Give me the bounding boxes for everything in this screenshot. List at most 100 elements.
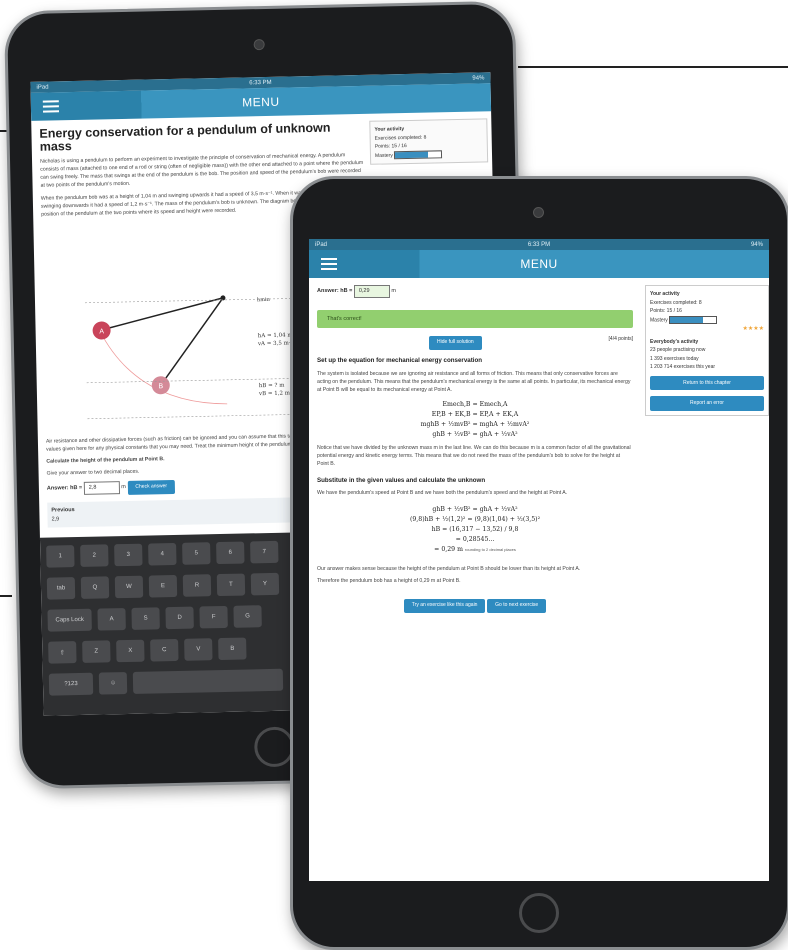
answer-label: Answer: hB =	[46, 485, 83, 492]
home-button[interactable]	[519, 893, 559, 933]
answer-unit: m	[391, 288, 396, 294]
camera	[253, 38, 265, 51]
status-carrier: iPad	[36, 84, 49, 91]
check-answer-button[interactable]: Check answer	[127, 480, 176, 495]
hamburger-icon[interactable]	[321, 258, 337, 270]
keyboard-key[interactable]: ⇧	[48, 641, 77, 664]
keyboard-key[interactable]: 6	[216, 541, 245, 565]
try-again-button[interactable]: Try an exercise like this again	[403, 599, 486, 613]
equation-1: Emech,B = Emech,A	[442, 400, 508, 408]
keyboard-key[interactable]: C	[150, 638, 179, 662]
report-error-button[interactable]: Report an error	[650, 396, 764, 411]
equation-7: hB = (16,317 − 13,52) / 9,8	[431, 526, 519, 534]
status-battery: 94%	[472, 74, 485, 82]
setup-paragraph: The system is isolated because we are ig…	[317, 370, 631, 393]
points-text: [4/4 points]	[608, 336, 633, 343]
activity-card: Your activity Exercises completed: 8 Poi…	[369, 118, 489, 166]
keyboard-key[interactable]: Caps Lock	[47, 608, 92, 632]
ref-label: hmin	[257, 297, 271, 303]
svg-text:B: B	[158, 383, 163, 390]
keyboard-key[interactable]: T	[216, 573, 246, 597]
answer-unit: m	[121, 484, 126, 491]
keyboard-key[interactable]: 3	[114, 543, 143, 567]
community-year: 1 203 714 exercises this year	[650, 364, 716, 371]
mastery-label: Mastery	[374, 152, 393, 159]
ha-label: hA = 1,04 m	[258, 332, 294, 339]
keyboard-key[interactable]: S	[131, 607, 160, 630]
keyboard-key[interactable]: D	[165, 606, 194, 630]
status-bar: iPad 6:33 PM 94%	[309, 239, 769, 250]
home-button[interactable]	[253, 726, 295, 768]
keyboard-key[interactable]: 7	[250, 540, 279, 564]
equation-9: = 0,29 m	[434, 546, 463, 554]
left-rule-bottom	[0, 595, 12, 597]
keyboard-key[interactable]: F	[199, 605, 228, 629]
solution-body: Answer: hB = 0,29 m That's correct! Hide…	[317, 285, 633, 613]
keyboard-key[interactable]: G	[233, 605, 262, 628]
keyboard-key[interactable]: R	[182, 574, 212, 597]
status-battery: 94%	[750, 241, 763, 248]
hide-solution-button[interactable]: Hide full solution	[429, 336, 482, 350]
camera	[533, 207, 544, 218]
community-title: Everybody's activity	[650, 338, 699, 345]
svg-text:A: A	[99, 328, 104, 335]
substitute-heading: Substitute in the given values and calcu…	[317, 476, 486, 484]
keyboard-row: ?123 ☺	[48, 668, 284, 696]
keyboard-key[interactable]: 5	[182, 542, 211, 565]
keyboard-key[interactable]: A	[97, 608, 126, 631]
conclusion-paragraph: Our answer makes sense because the heigh…	[317, 565, 581, 572]
keyboard-key[interactable]: ☺	[98, 672, 128, 695]
hb-label: hB = ? m	[259, 383, 286, 390]
status-time: 6:33 PM	[249, 79, 272, 86]
keyboard-key[interactable]: B	[218, 637, 247, 661]
keyboard-row: tab Q W E R T Y	[46, 572, 280, 600]
answer-label: Answer: hB =	[317, 288, 353, 294]
keyboard-key[interactable]: V	[184, 638, 213, 661]
keyboard-key[interactable]: 2	[80, 544, 109, 567]
activity-points: Points: 15 / 16	[650, 308, 682, 314]
keyboard-row: 1234567	[46, 540, 279, 568]
correct-banner: That's correct!	[317, 309, 633, 329]
menu-label[interactable]: MENU	[520, 257, 557, 271]
activity-title: Your activity	[650, 291, 680, 297]
page-title: Energy conservation for a pendulum of un…	[39, 120, 331, 154]
equation-6: (9,8)hB + ½(1,2)² = (9,8)(1,04) + ½(3,5)…	[409, 516, 541, 524]
keyboard-key[interactable]: ?123	[48, 672, 94, 696]
equation-5: ghB + ½vB² = ghA + ½vA²	[432, 506, 518, 514]
activity-exercises: Exercises completed: 8	[650, 299, 702, 306]
keyboard-key[interactable]	[132, 668, 284, 694]
keyboard-key[interactable]: Z	[82, 640, 111, 663]
hamburger-icon[interactable]	[42, 100, 60, 113]
mastery-stars-icon: ★★★★	[742, 326, 764, 333]
answer-input[interactable]: 0,29	[353, 285, 390, 298]
keyboard-key[interactable]: Q	[80, 576, 110, 599]
answer-input[interactable]: 2,8	[83, 481, 120, 495]
keyboard-key[interactable]: E	[148, 574, 178, 598]
mastery-bar	[394, 149, 443, 159]
energy-equations: Emech,B = Emech,A EP,B + EK,B = EP,A + E…	[317, 400, 633, 440]
keyboard-key[interactable]: 1	[46, 545, 75, 568]
equation-8: = 0,28545...	[455, 536, 495, 544]
status-carrier: iPad	[315, 241, 328, 248]
equation-3: mghB + ½mvB² = mghA + ½mvA²	[420, 420, 530, 428]
keyboard-key[interactable]: W	[114, 575, 144, 599]
mastery-bar	[669, 315, 718, 324]
keyboard-key[interactable]: 4	[148, 542, 177, 566]
keyboard-row: ⇧ Z X C V B	[48, 637, 247, 664]
final-answer-text: Therefore the pendulum bob has a height …	[317, 578, 461, 585]
keyboard-key[interactable]: tab	[46, 577, 76, 600]
community-today: 1 393 exercises today	[650, 355, 699, 362]
return-chapter-button[interactable]: Return to this chapter	[650, 375, 764, 391]
rounding-note: rounding to 2 decimal places	[464, 547, 516, 553]
menu-label[interactable]: MENU	[242, 95, 280, 110]
front-screen: iPad 6:33 PM 94% MENU Answer: hB = 0,29 …	[309, 239, 769, 881]
front-tablet: iPad 6:33 PM 94% MENU Answer: hB = 0,29 …	[290, 176, 788, 950]
nav-bar: MENU	[309, 250, 769, 278]
substitute-paragraph: We have the pendulum's speed at Point B …	[317, 490, 568, 497]
next-exercise-button[interactable]: Go to next exercise	[487, 599, 547, 613]
keyboard-key[interactable]: Y	[250, 572, 280, 596]
mastery-label: Mastery	[650, 316, 668, 323]
keyboard-key[interactable]: X	[116, 639, 145, 663]
activity-card: Your activity Exercises completed: 8 Poi…	[645, 285, 769, 416]
setup-heading: Set up the equation for mechanical energ…	[317, 357, 483, 365]
